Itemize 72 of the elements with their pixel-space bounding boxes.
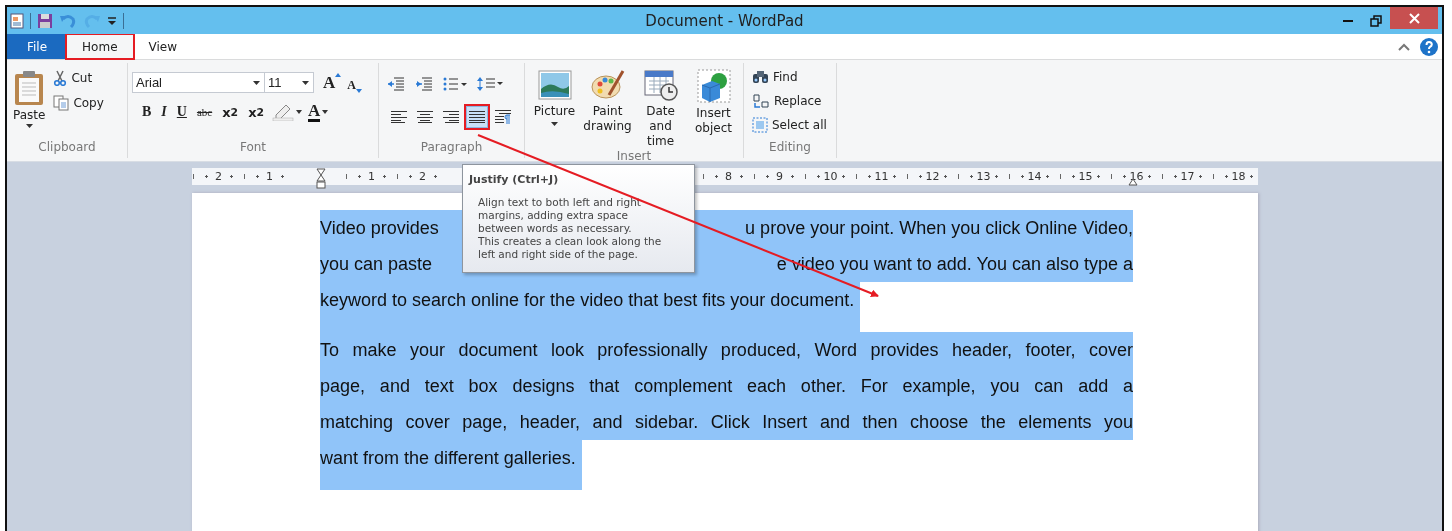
cut-button[interactable]: Cut	[53, 67, 104, 88]
line-spacing-icon[interactable]	[477, 76, 503, 92]
copy-button[interactable]: Copy	[53, 92, 104, 113]
strike-button[interactable]: abc	[194, 102, 215, 122]
increase-indent-icon[interactable]	[415, 77, 433, 91]
group-label: Clipboard	[37, 140, 97, 156]
document-text: Video provides	[320, 217, 439, 240]
window-title: Document - WordPad	[645, 11, 804, 30]
right-indent-marker-icon[interactable]	[1128, 178, 1138, 186]
caret-icon	[322, 110, 329, 114]
customize-caret-icon[interactable]	[107, 15, 117, 26]
highlight-color-button[interactable]	[272, 102, 303, 122]
up-triangle-icon	[335, 72, 342, 77]
bullet-list-icon[interactable]	[443, 77, 467, 91]
minimize-icon	[1343, 19, 1353, 22]
align-center-icon	[417, 111, 433, 123]
picture-insert-button[interactable]: Picture	[529, 69, 580, 126]
align-left-icon	[391, 111, 407, 123]
select-all-button[interactable]: Select all	[752, 114, 836, 135]
document-icon[interactable]	[10, 12, 24, 29]
object-insert-button[interactable]: Insert object	[688, 69, 739, 136]
tooltip-text: Align text to both left and right margins, adding extra space between words as necessary. This creates a clean look along the left and right side of the page.	[477, 196, 663, 261]
ribbon-tab[interactable]: Home	[66, 34, 134, 59]
file-menu-tab[interactable]: File	[7, 34, 67, 59]
caret-icon	[25, 124, 33, 128]
group-label: Font	[238, 140, 268, 156]
caret-icon	[253, 80, 260, 85]
paragraph-icon	[495, 110, 511, 124]
palette-icon	[590, 69, 625, 101]
down-triangle-icon	[355, 88, 362, 93]
paste-button[interactable]: Paste	[13, 67, 46, 136]
collapse-ribbon-icon[interactable]	[1398, 42, 1410, 51]
landscape-image-icon	[537, 69, 572, 101]
font-size-field[interactable]: 11	[264, 72, 314, 93]
group-label: Editing	[768, 140, 812, 156]
align-justify-button[interactable]	[466, 106, 488, 128]
ribbon-tab[interactable]: View	[133, 34, 192, 59]
copy-icon	[53, 94, 70, 111]
close-button[interactable]	[1390, 7, 1438, 29]
shrink-font-button[interactable]: A	[347, 72, 362, 93]
clipboard-icon	[14, 70, 45, 106]
document-text: u prove your point. When you click Online Video,	[745, 217, 1133, 240]
caret-icon	[302, 80, 309, 85]
help-icon[interactable]	[1420, 37, 1438, 56]
grow-font-button[interactable]: A	[323, 72, 342, 93]
highlighter-icon	[272, 103, 295, 121]
tooltip-title: Justify (Ctrl+J)	[469, 173, 560, 186]
replace-button[interactable]: Replace	[752, 90, 836, 111]
bold-button[interactable]: B	[140, 102, 154, 122]
save-icon[interactable]	[37, 12, 53, 29]
group-label: Paragraph	[419, 140, 484, 156]
document-text: you can paste	[320, 253, 433, 276]
calendar-clock-icon	[643, 69, 678, 101]
binoculars-icon	[752, 69, 769, 84]
italic-button[interactable]: I	[159, 102, 169, 122]
group-label: Insert	[615, 149, 653, 163]
decrease-indent-icon[interactable]	[387, 77, 405, 91]
font-color-button[interactable]: A	[308, 102, 329, 122]
underline-button[interactable]: U	[174, 102, 189, 122]
scissors-icon	[53, 69, 68, 86]
replace-icon	[752, 92, 770, 109]
align-right-icon	[443, 111, 459, 123]
paint-insert-button[interactable]: Paint drawing	[582, 69, 633, 134]
justify-icon	[469, 111, 485, 123]
caret-icon	[296, 110, 303, 114]
close-icon	[1408, 12, 1420, 24]
select-all-icon	[752, 116, 768, 133]
restore-icon	[1370, 14, 1382, 27]
find-button[interactable]: Find	[752, 66, 836, 87]
date-insert-button[interactable]: Date and time	[635, 69, 686, 149]
indent-marker-icon[interactable]	[315, 168, 326, 190]
font-name-field[interactable]: Arial	[132, 72, 265, 93]
